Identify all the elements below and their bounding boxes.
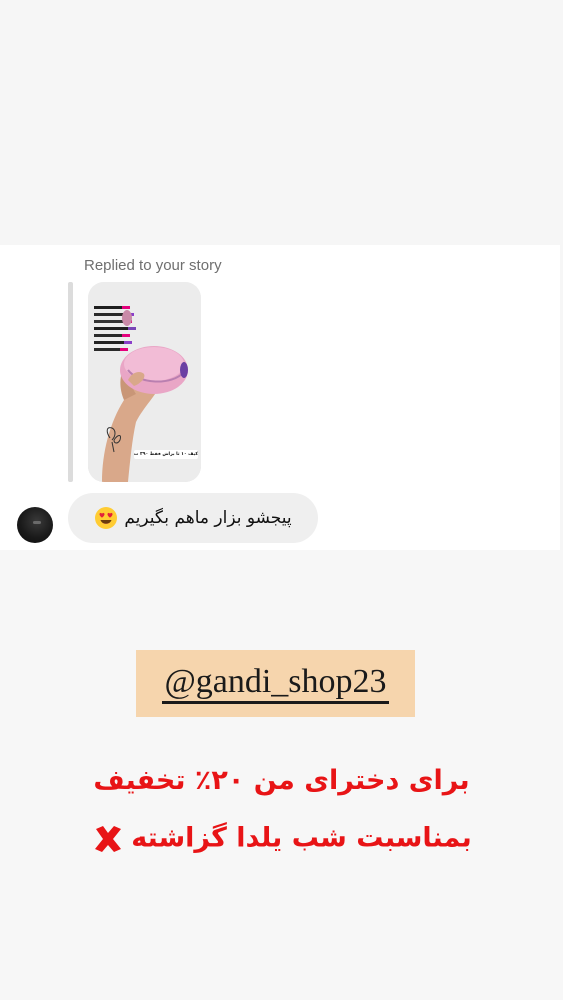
top-blank-area xyxy=(0,0,563,245)
promo-line-2: بمناسبت شب یلدا گزاشته xyxy=(0,822,563,856)
message-text: پیجشو بزار ماهم بگیریم xyxy=(124,508,292,528)
promo-line-1: برای دخترای من ۲۰٪ تخفیف xyxy=(93,765,470,796)
shop-handle-box[interactable]: @gandi_shop23 xyxy=(136,650,415,717)
cross-mark-icon xyxy=(95,826,122,852)
story-caption: کیف ۱۰ تا براش فقط ۳۹۰ ت 😍❌ xyxy=(134,450,198,459)
shop-handle-link[interactable]: @gandi_shop23 xyxy=(162,663,389,704)
reply-indicator-bar xyxy=(68,282,73,482)
promo-line-2-text: بمناسبت شب یلدا گزاشته xyxy=(131,822,472,854)
avatar-detail xyxy=(33,521,41,524)
heart-eyes-emoji-icon xyxy=(95,507,118,529)
message-bubble[interactable]: پیجشو بزار ماهم بگیریم xyxy=(68,493,318,543)
sender-avatar[interactable] xyxy=(17,507,53,543)
dm-message-card: Replied to your story کیف ۱۰ تا براش فقط… xyxy=(0,245,560,550)
replied-to-story-label: Replied to your story xyxy=(84,257,222,274)
story-thumbnail[interactable]: کیف ۱۰ تا براش فقط ۳۹۰ ت 😍❌ xyxy=(88,282,201,482)
